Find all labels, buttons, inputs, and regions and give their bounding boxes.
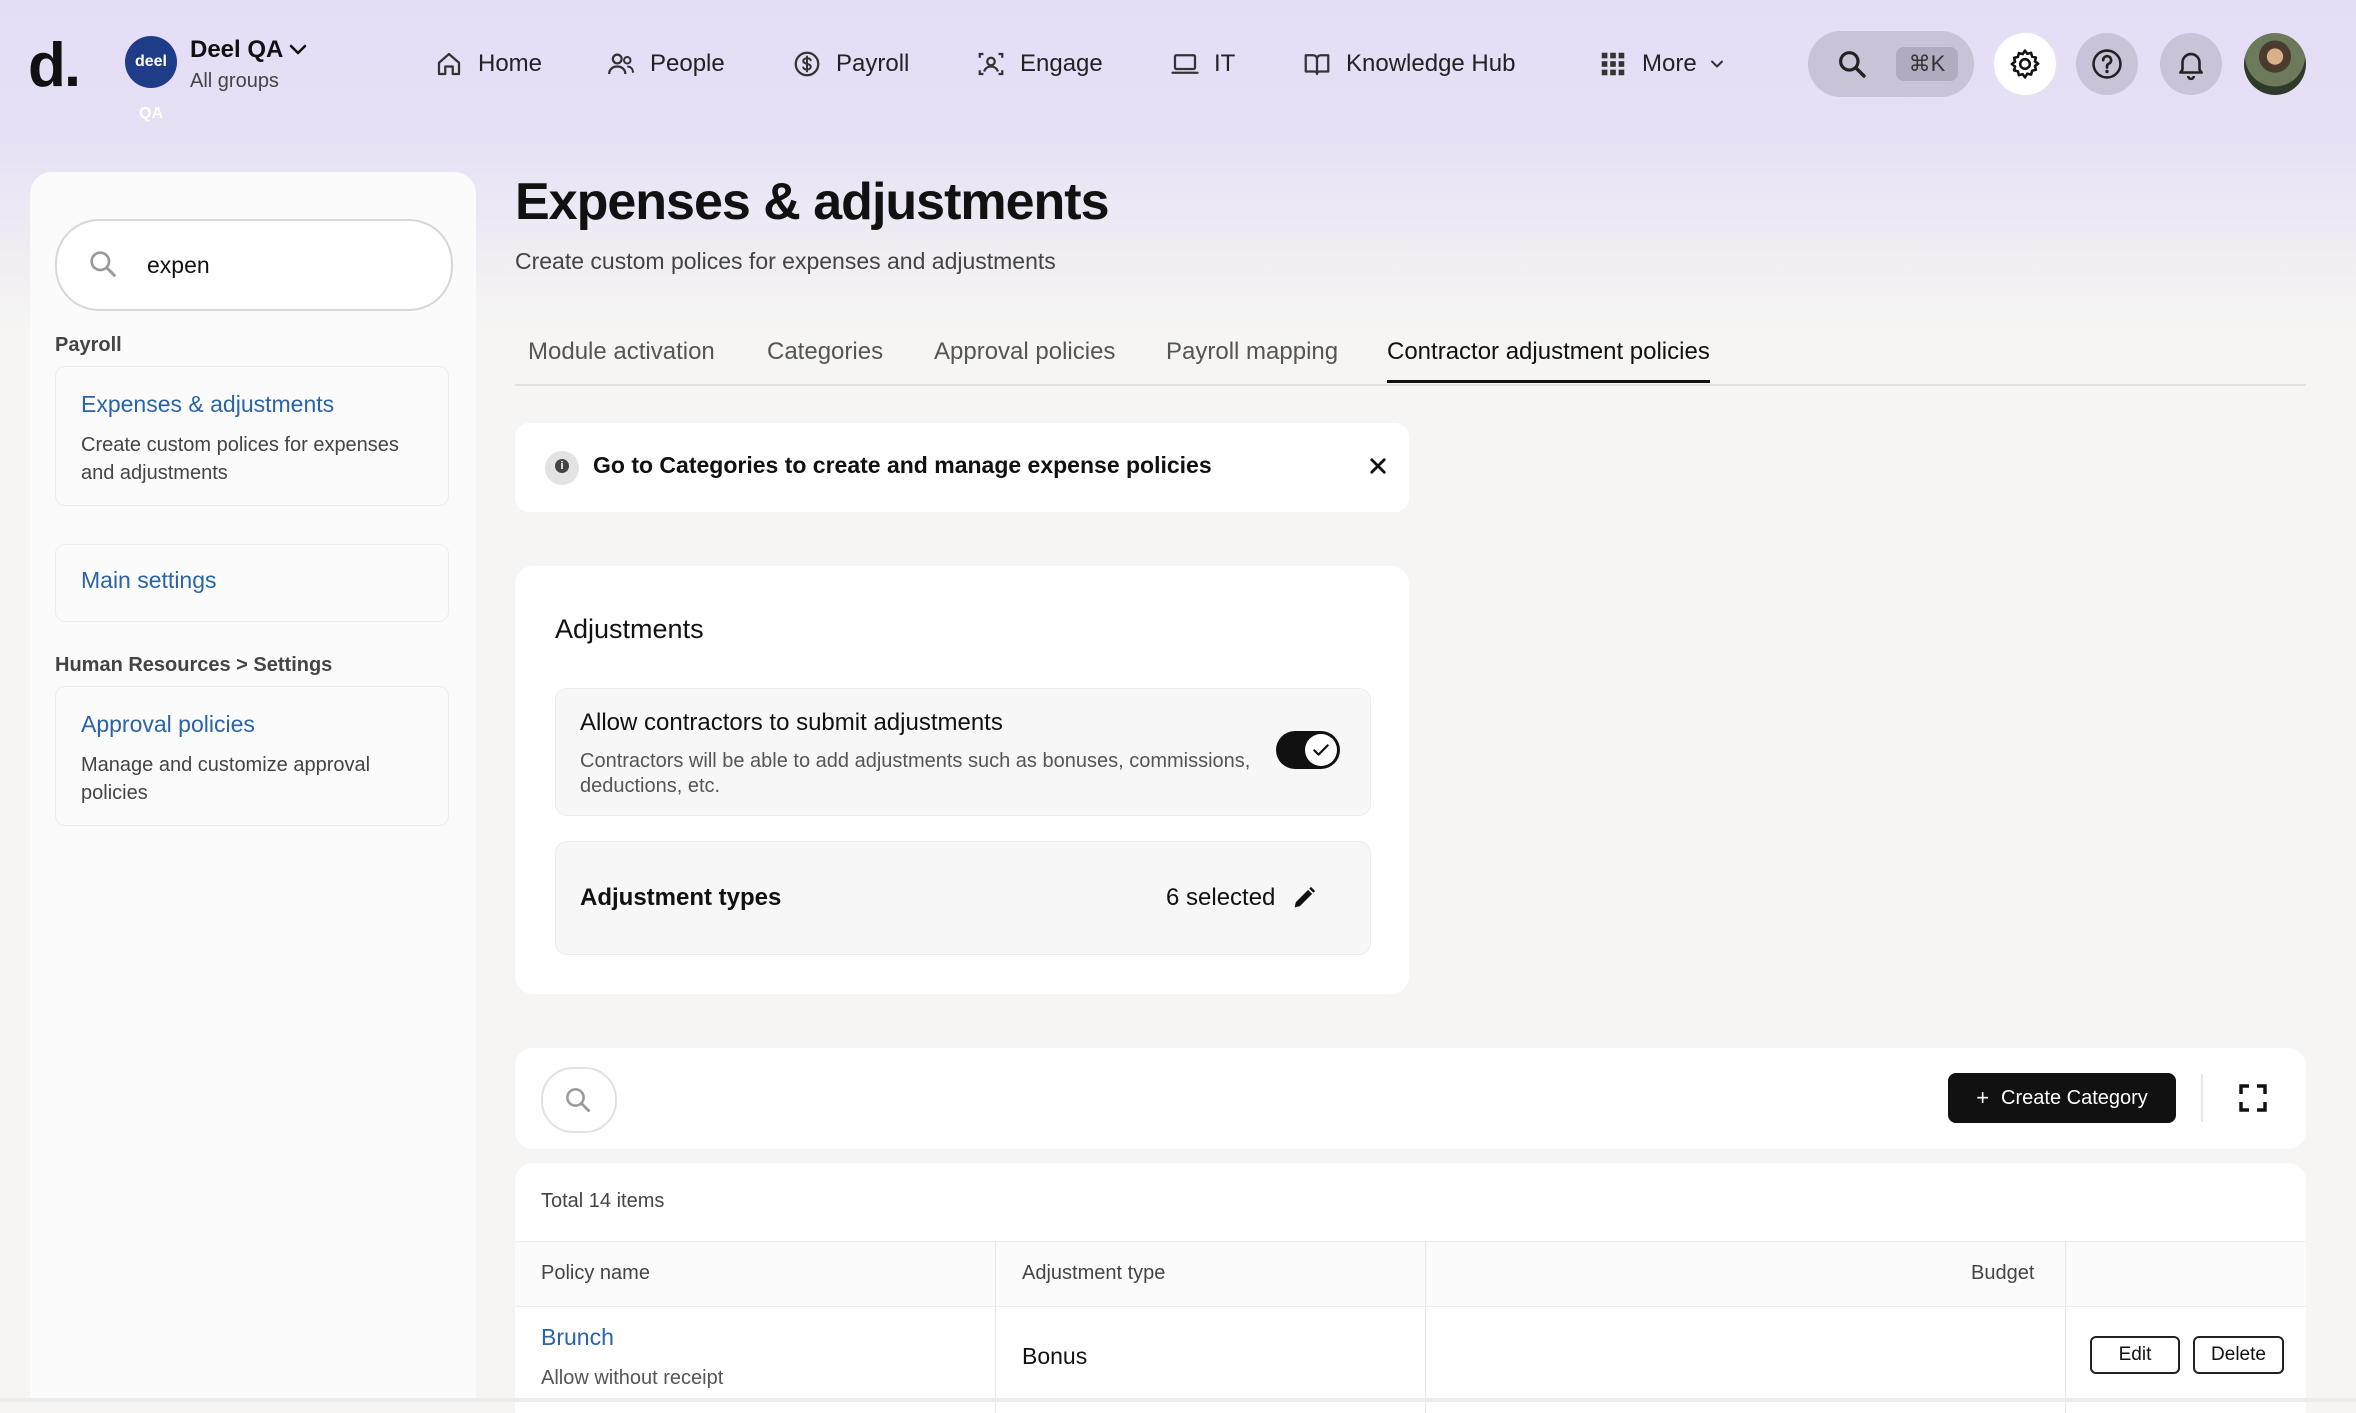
section-label-payroll: Payroll [55, 334, 122, 356]
create-category-label: Create Category [2001, 1086, 2148, 1109]
tab-contractor-adjustment-policies[interactable]: Contractor adjustment policies [1387, 338, 1710, 383]
policy-adjustment-type: Bonus [1022, 1343, 1088, 1369]
result-title[interactable]: Approval policies [81, 711, 255, 738]
close-icon[interactable] [1363, 451, 1393, 481]
org-avatar[interactable]: deel QA [125, 36, 177, 122]
column-budget[interactable]: Budget [1971, 1262, 2034, 1285]
check-icon [1313, 744, 1329, 756]
column-adjustment-type[interactable]: Adjustment type [1022, 1262, 1165, 1285]
policies-table: Total 14 items Policy name Adjustment ty… [515, 1163, 2306, 1413]
nav-engage-label: Engage [1020, 50, 1103, 77]
global-search-button[interactable]: ⌘K [1808, 31, 1974, 97]
expand-icon[interactable] [2237, 1082, 2269, 1114]
column-policy-name[interactable]: Policy name [541, 1262, 650, 1285]
page-title: Expenses & adjustments [515, 173, 1110, 231]
nav-it[interactable]: IT [1170, 46, 1235, 82]
deel-logo[interactable]: d. [28, 30, 81, 101]
table-header: Policy name Adjustment type Budget [515, 1241, 2306, 1307]
org-name[interactable]: Deel QA [190, 36, 283, 64]
column-divider [995, 1241, 996, 1413]
edit-button[interactable]: Edit [2090, 1336, 2180, 1374]
table-total-count: Total 14 items [541, 1190, 665, 1212]
search-icon [1839, 51, 1866, 78]
adjustment-types-row: Adjustment types 6 selected [555, 841, 1371, 955]
adjustments-title: Adjustments [555, 614, 704, 644]
tab-payroll-mapping[interactable]: Payroll mapping [1166, 338, 1338, 380]
page-subtitle: Create custom polices for expenses and a… [515, 248, 1056, 274]
settings-button[interactable] [1994, 33, 2056, 95]
bell-icon [2179, 52, 2203, 81]
plus-icon: + [1976, 1085, 1990, 1110]
allow-adjustments-label: Allow contractors to submit adjustments [580, 709, 1003, 736]
home-icon [437, 52, 461, 76]
settings-search-sidebar: Payroll Expenses & adjustments Create cu… [30, 172, 476, 1402]
tab-module-activation[interactable]: Module activation [528, 338, 715, 380]
nav-people[interactable]: People [606, 46, 725, 82]
nav-home[interactable]: Home [434, 46, 542, 82]
result-approval-policies[interactable]: Approval policies Manage and customize a… [55, 686, 449, 826]
laptop-icon [1171, 54, 1199, 74]
engage-icon [978, 52, 1004, 76]
result-description: Manage and customize approval policies [81, 754, 371, 804]
pencil-icon[interactable] [1290, 884, 1318, 912]
tab-categories[interactable]: Categories [767, 338, 883, 380]
tab-approval-policies[interactable]: Approval policies [934, 338, 1115, 380]
toggle-knob [1305, 734, 1337, 766]
search-shortcut-badge: ⌘K [1896, 47, 1958, 81]
chevron-down-icon[interactable] [286, 38, 310, 62]
user-avatar[interactable] [2244, 33, 2306, 95]
adjustment-types-label: Adjustment types [580, 884, 782, 911]
toolbar-divider [2201, 1074, 2203, 1122]
delete-button[interactable]: Delete [2193, 1336, 2284, 1374]
result-description: Create custom polices for expenses and a… [81, 434, 399, 484]
search-icon [90, 251, 116, 277]
payroll-icon [794, 51, 820, 77]
section-label-hr-settings: Human Resources > Settings [55, 654, 333, 676]
result-title[interactable]: Expenses & adjustments [81, 391, 334, 418]
search-icon [566, 1088, 590, 1112]
nav-more-label: More [1642, 50, 1697, 77]
settings-search-box[interactable] [55, 219, 453, 311]
column-divider [1425, 1241, 1426, 1413]
adjustment-types-count: 6 selected [1166, 884, 1276, 911]
nav-more[interactable]: More [1598, 46, 1727, 82]
book-icon [1304, 54, 1330, 76]
allow-adjustments-toggle[interactable] [1276, 731, 1340, 769]
nav-people-label: People [650, 50, 725, 77]
allow-adjustments-description: Contractors will be able to add adjustme… [580, 750, 1251, 797]
notifications-button[interactable] [2160, 33, 2222, 95]
help-icon [2092, 49, 2122, 79]
adjustments-card: Adjustments Allow contractors to submit … [515, 566, 1409, 994]
table-search-button[interactable] [541, 1067, 617, 1133]
result-main-settings[interactable]: Main settings [55, 544, 449, 622]
gear-icon [2010, 49, 2040, 79]
policy-subtext: Allow without receipt [541, 1367, 724, 1389]
org-group-subtitle: All groups [190, 70, 279, 92]
info-icon: i [545, 451, 579, 485]
nav-payroll[interactable]: Payroll [792, 46, 909, 82]
people-icon [608, 53, 634, 75]
table-toolbar: + Create Category [515, 1048, 2306, 1149]
nav-it-label: IT [1214, 50, 1236, 77]
result-title[interactable]: Main settings [81, 567, 217, 594]
nav-knowledge-hub-label: Knowledge Hub [1346, 50, 1516, 77]
nav-knowledge-hub[interactable]: Knowledge Hub [1302, 46, 1515, 82]
grid-icon [1601, 52, 1625, 76]
create-category-button[interactable]: + Create Category [1948, 1073, 2176, 1123]
info-banner: i Go to Categories to create and manage … [515, 423, 1409, 512]
nav-engage[interactable]: Engage [976, 46, 1103, 82]
column-divider [2065, 1241, 2066, 1413]
nav-payroll-label: Payroll [836, 50, 910, 77]
chevron-down-icon [1710, 60, 1723, 68]
result-expenses-adjustments[interactable]: Expenses & adjustments Create custom pol… [55, 366, 449, 506]
help-button[interactable] [2076, 33, 2138, 95]
top-navigation-bar: d. deel QA Deel QA All groups Home Peopl… [0, 0, 2356, 130]
nav-home-label: Home [478, 50, 543, 77]
allow-adjustments-row: Allow contractors to submit adjustments … [555, 688, 1371, 816]
settings-tabs: Module activation Categories Approval po… [515, 330, 2306, 386]
policy-name-link[interactable]: Brunch [541, 1324, 614, 1351]
settings-search-input[interactable] [145, 241, 429, 289]
page-bottom-edge [0, 1398, 2356, 1402]
info-banner-text: Go to Categories to create and manage ex… [593, 452, 1212, 478]
